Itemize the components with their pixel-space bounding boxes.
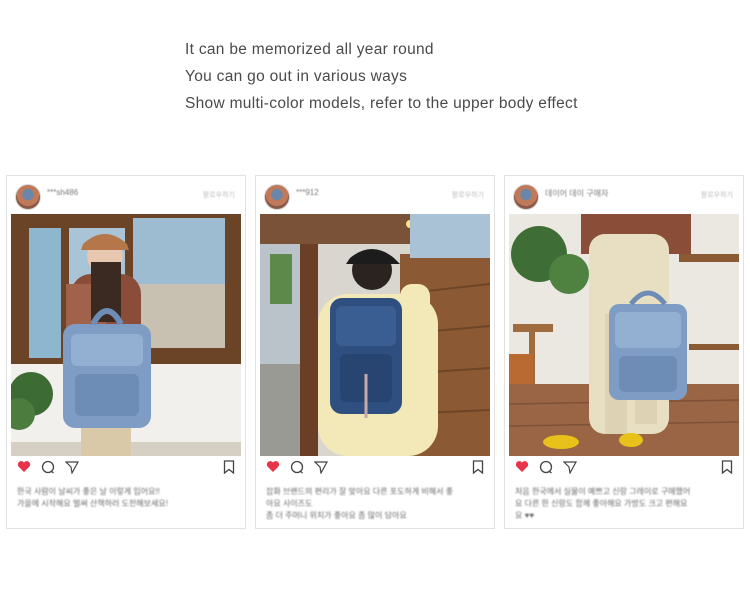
intro-line-3: Show multi-color models, refer to the up… bbox=[185, 95, 578, 112]
share-icon[interactable] bbox=[313, 460, 329, 479]
post-actions bbox=[264, 460, 486, 480]
username[interactable]: ***912 bbox=[296, 188, 319, 197]
comment-icon[interactable] bbox=[41, 460, 55, 479]
comment-icon[interactable] bbox=[539, 460, 553, 479]
intro-line-1: It can be memorized all year round bbox=[185, 41, 434, 58]
avatar[interactable] bbox=[513, 184, 539, 210]
post-caption: 잡화 브랜드의 편리가 잘 맞아요 다른 포도하게 비해서 좋 아요 사이즈도 … bbox=[266, 486, 484, 522]
post-photo bbox=[509, 214, 739, 456]
bookmark-icon[interactable] bbox=[721, 460, 733, 479]
caption-line: 한국 사람이 날씨가 좋은 날 이렇게 입어요!! bbox=[17, 487, 160, 496]
comment-icon[interactable] bbox=[290, 460, 304, 479]
heart-icon[interactable] bbox=[266, 460, 280, 478]
post-caption: 한국 사람이 날씨가 좋은 날 이렇게 입어요!! 가을에 시작해요 벌써 산책… bbox=[17, 486, 235, 510]
post-header: ***912 팔로우하기 bbox=[256, 176, 494, 214]
post-photo bbox=[260, 214, 490, 456]
post-header: 데이어 데이 구매자 팔로우하기 bbox=[505, 176, 743, 214]
avatar[interactable] bbox=[15, 184, 41, 210]
heart-icon[interactable] bbox=[515, 460, 529, 478]
post-card-2: ***912 팔로우하기 잡화 브랜드의 편리가 잘 맞아요 다른 포도하게 비… bbox=[255, 175, 495, 529]
bookmark-icon[interactable] bbox=[472, 460, 484, 479]
share-icon[interactable] bbox=[562, 460, 578, 479]
post-actions bbox=[513, 460, 735, 480]
username[interactable]: ***sh486 bbox=[47, 188, 78, 197]
avatar[interactable] bbox=[264, 184, 290, 210]
caption-line: 가을에 시작해요 벌써 산책하러 도전해보세요! bbox=[17, 499, 168, 508]
intro-text: It can be memorized all year round You c… bbox=[185, 40, 578, 121]
caption-line: 처음 한국에서 실물이 예쁘고 신랑 그레이로 구매했어 bbox=[515, 487, 691, 496]
caption-line: 좀 더 주머니 위치가 좋아요 좀 많이 담아요 bbox=[266, 511, 407, 520]
username[interactable]: 데이어 데이 구매자 bbox=[545, 188, 608, 199]
share-icon[interactable] bbox=[64, 460, 80, 479]
bookmark-icon[interactable] bbox=[223, 460, 235, 479]
follow-button[interactable]: 팔로우하기 bbox=[203, 190, 235, 200]
post-card-3: 데이어 데이 구매자 팔로우하기 처음 한국에서 실물이 예쁘고 신랑 그레이로… bbox=[504, 175, 744, 529]
caption-line: 아요 사이즈도 bbox=[266, 499, 313, 508]
post-card-1: ***sh486 팔로우하기 한국 사람이 날씨가 좋은 날 이렇게 입어요!!… bbox=[6, 175, 246, 529]
caption-line: 요 ♥♥ bbox=[515, 511, 535, 520]
post-photo bbox=[11, 214, 241, 456]
post-caption: 처음 한국에서 실물이 예쁘고 신랑 그레이로 구매했어 요 다른 한 신랑도 … bbox=[515, 486, 733, 522]
intro-line-2: You can go out in various ways bbox=[185, 68, 408, 85]
post-actions bbox=[15, 460, 237, 480]
follow-button[interactable]: 팔로우하기 bbox=[701, 190, 733, 200]
heart-icon[interactable] bbox=[17, 460, 31, 478]
caption-line: 잡화 브랜드의 편리가 잘 맞아요 다른 포도하게 비해서 좋 bbox=[266, 487, 454, 496]
post-header: ***sh486 팔로우하기 bbox=[7, 176, 245, 214]
caption-line: 요 다른 한 신랑도 함께 좋아해요 가방도 크고 편해요 bbox=[515, 499, 688, 508]
follow-button[interactable]: 팔로우하기 bbox=[452, 190, 484, 200]
